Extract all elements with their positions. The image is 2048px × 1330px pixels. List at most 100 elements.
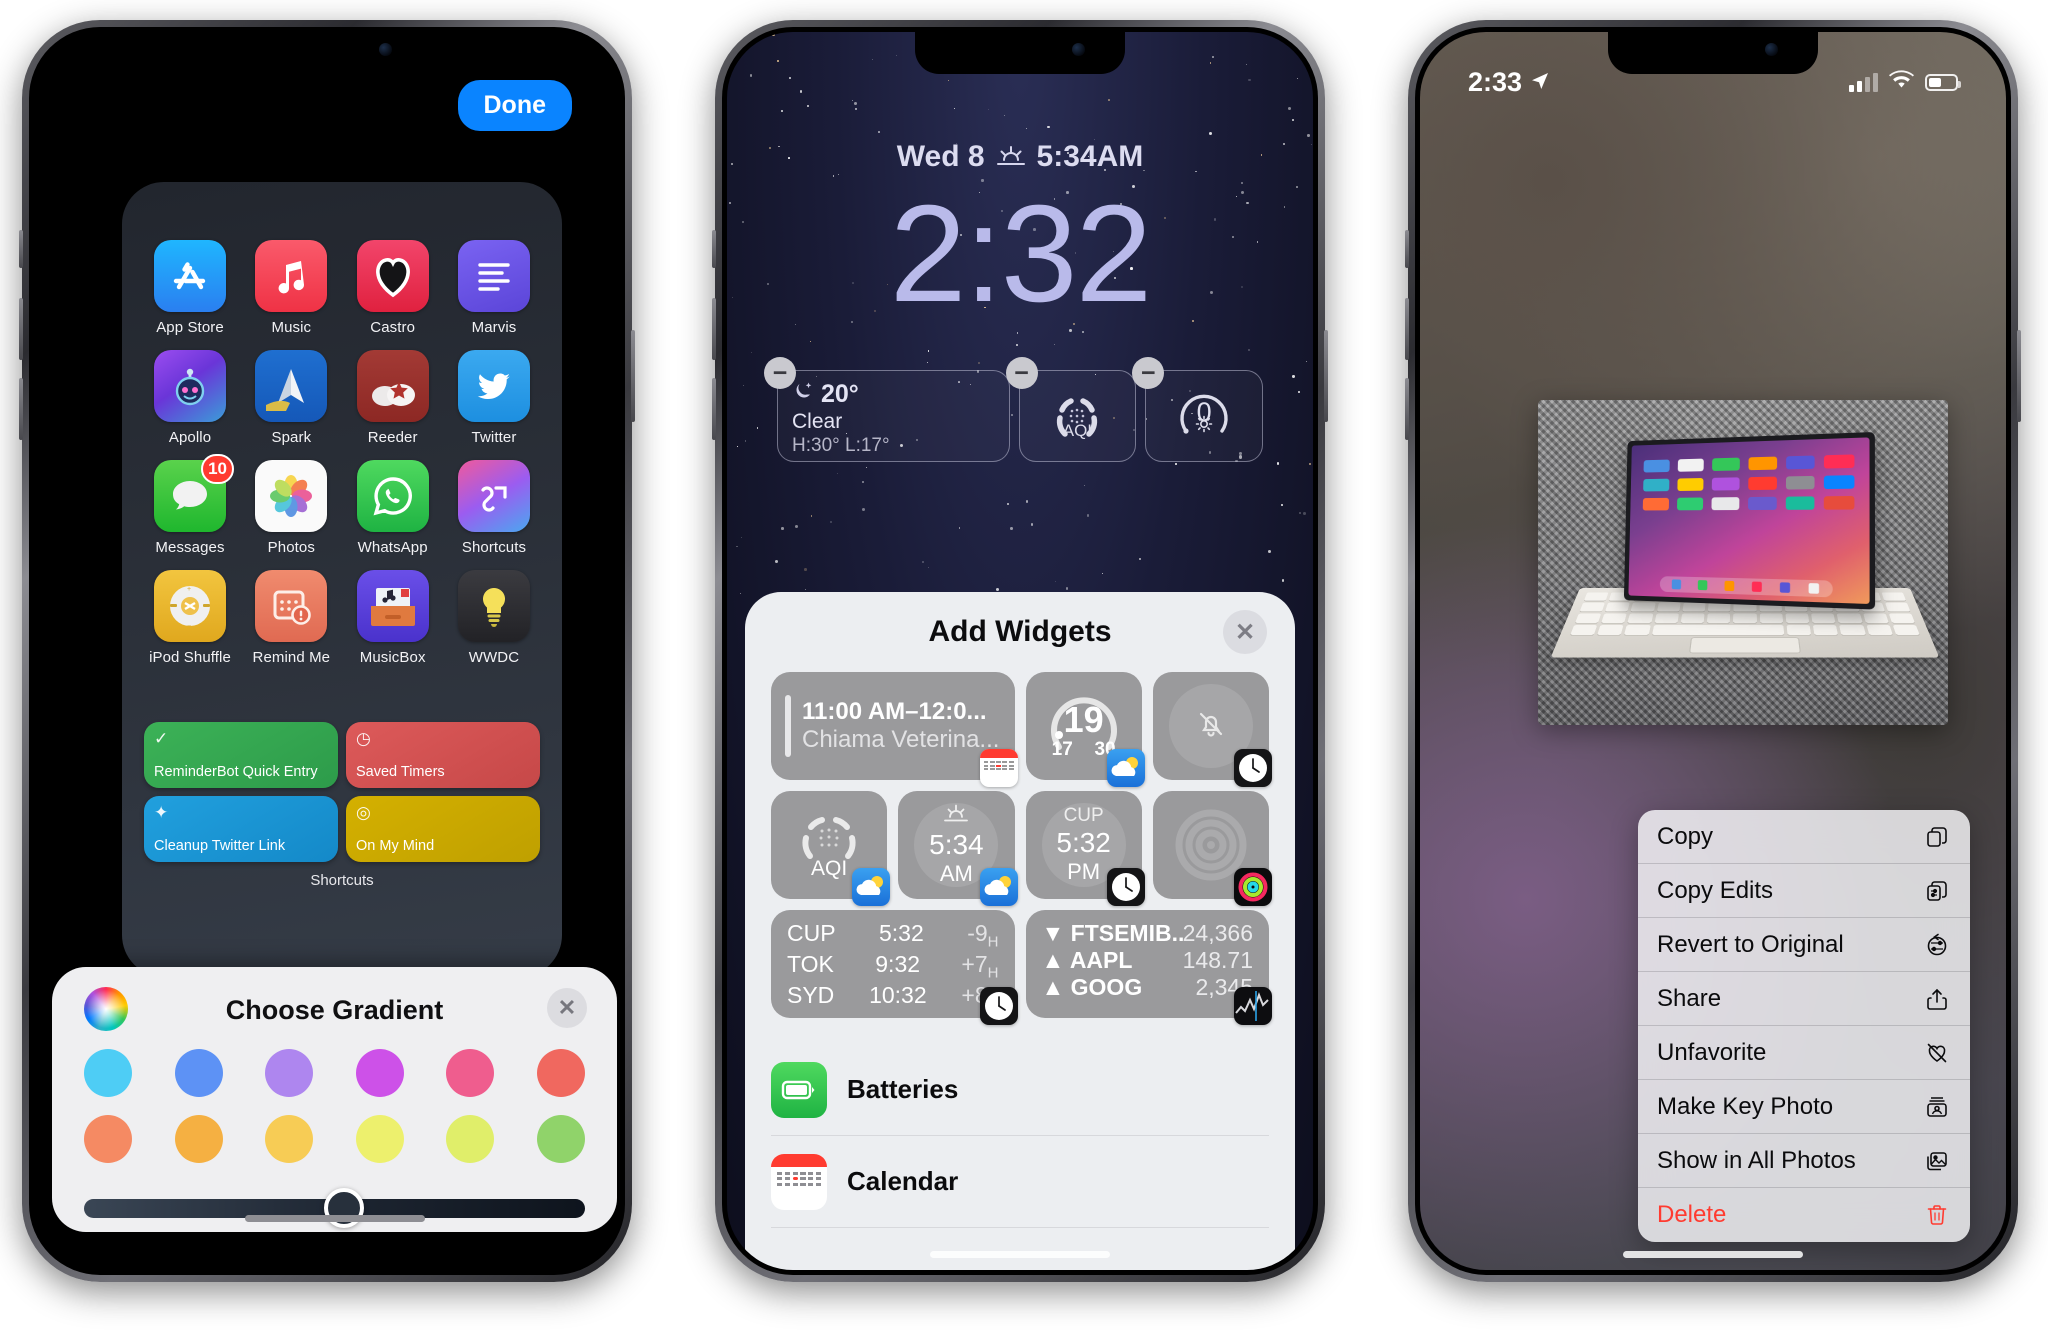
phone-middle-lock-screen: Wed 8 5:34AM 2:32 − 20° Clear H:30° L:17… (715, 20, 1325, 1282)
gradient-swatch[interactable] (175, 1115, 223, 1163)
app-icon-marvis[interactable]: Marvis (448, 240, 540, 336)
power-button[interactable] (1324, 330, 1328, 422)
gradient-swatch[interactable] (537, 1115, 585, 1163)
gradient-swatch[interactable] (265, 1049, 313, 1097)
volume-down-button[interactable] (712, 378, 716, 440)
context-menu-item-revert-to-original[interactable]: Revert to Original (1638, 918, 1970, 972)
app-icon-app-store[interactable]: App Store (144, 240, 236, 336)
gradient-swatch[interactable] (446, 1049, 494, 1097)
lock-widget-brightness[interactable]: − 0 (1145, 370, 1263, 462)
gradient-swatch[interactable] (84, 1115, 132, 1163)
gradient-swatch[interactable] (356, 1115, 404, 1163)
widget-tile-world-clock[interactable]: CUP 5:32 -9H TOK 9:32 +7H SYD 10:32 +8 (771, 910, 1015, 1018)
app-icon-whatsapp[interactable]: WhatsApp (347, 460, 439, 556)
gradient-swatch[interactable] (537, 1049, 585, 1097)
widget-list-item-batteries[interactable]: Batteries (771, 1044, 1269, 1136)
event-color-bar (785, 695, 791, 757)
app-icon-messages[interactable]: 10 Messages (144, 460, 236, 556)
widget-tile-weather-forecast[interactable]: 19 17 30 (1026, 672, 1142, 780)
app-store-icon (154, 240, 226, 312)
mute-switch[interactable] (19, 230, 23, 268)
widget-tile-sunrise[interactable]: 5:34 AM (898, 791, 1014, 899)
heart-slash-icon (1923, 1039, 1951, 1067)
calendar-icon (771, 1154, 827, 1210)
widget-list-item-calendar[interactable]: Calendar (771, 1136, 1269, 1228)
notch (1608, 32, 1818, 74)
widget-tile-stocks[interactable]: ▼ FTSEMIB... 24,366 ▲ AAPL 148.71 ▲ GOOG… (1026, 910, 1270, 1018)
app-icon-musicbox[interactable]: MusicBox (347, 570, 439, 666)
volume-down-button[interactable] (19, 378, 23, 440)
slider-knob[interactable] (324, 1188, 364, 1228)
sheet-grabber[interactable] (245, 1215, 425, 1222)
gradient-swatch[interactable] (265, 1115, 313, 1163)
close-icon[interactable]: ✕ (547, 988, 587, 1028)
app-icon-apollo[interactable]: Apollo (144, 350, 236, 446)
mute-switch[interactable] (712, 230, 716, 268)
app-icon-remind-me[interactable]: Remind Me (245, 570, 337, 666)
twitter-icon (458, 350, 530, 422)
app-icon-shortcuts[interactable]: Shortcuts (448, 460, 540, 556)
shortcut-tile-on-my-mind[interactable]: ◎ On My Mind (346, 796, 540, 862)
copy-edits-icon (1923, 877, 1951, 905)
shortcuts-widget[interactable]: ✓ ReminderBot Quick Entry ◷ Saved Timers… (144, 722, 540, 889)
gradient-swatch[interactable] (175, 1049, 223, 1097)
lock-screen-widget-row: − 20° Clear H:30° L:17° − AQI − 0 (777, 370, 1263, 462)
done-button[interactable]: Done (458, 80, 573, 131)
context-menu-item-copy[interactable]: Copy (1638, 810, 1970, 864)
lock-widget-weather[interactable]: − 20° Clear H:30° L:17° (777, 370, 1010, 462)
status-bar-indicators (1849, 70, 1958, 94)
color-wheel-icon[interactable] (84, 987, 128, 1031)
mute-switch[interactable] (1405, 230, 1409, 268)
app-icon-spark[interactable]: Spark (245, 350, 337, 446)
notch (222, 32, 432, 74)
app-icon-twitter[interactable]: Twitter (448, 350, 540, 446)
music-icon (255, 240, 327, 312)
gradient-swatch[interactable] (446, 1115, 494, 1163)
shortcut-tile-reminderbot[interactable]: ✓ ReminderBot Quick Entry (144, 722, 338, 788)
gradient-swatch[interactable] (356, 1049, 404, 1097)
widget-tile-air-quality[interactable]: AQI (771, 791, 887, 899)
widget-tile-world-clock-cupertino[interactable]: CUP 5:32 PM (1026, 791, 1142, 899)
volume-up-button[interactable] (19, 298, 23, 360)
app-icon-ipod-shuffle[interactable]: + − iPod Shuffle (144, 570, 236, 666)
sunrise-time: 5:34AM (1037, 140, 1144, 174)
context-menu-item-copy-edits[interactable]: Copy Edits (1638, 864, 1970, 918)
app-row: 10 Messages Photos WhatsApp Shortcuts (144, 460, 540, 556)
sunrise-time: 5:34 (929, 829, 984, 861)
context-menu-item-show-in-all-photos[interactable]: Show in All Photos (1638, 1134, 1970, 1188)
volume-down-button[interactable] (1405, 378, 1409, 440)
widget-tile-calendar-event[interactable]: 11:00 AM–12:0... Chiama Veterina... (771, 672, 1015, 780)
home-indicator[interactable] (1623, 1251, 1803, 1258)
gradient-swatch[interactable] (84, 1049, 132, 1097)
low-temp: 17 (1052, 739, 1073, 761)
weather-temp: 20° (821, 380, 859, 409)
photo-thumbnail[interactable] (1538, 400, 1948, 725)
widget-tile-alarm-silenced[interactable] (1153, 672, 1269, 780)
context-menu-item-unfavorite[interactable]: Unfavorite (1638, 1026, 1970, 1080)
close-icon[interactable]: ✕ (1223, 610, 1267, 654)
shortcut-tile-saved-timers[interactable]: ◷ Saved Timers (346, 722, 540, 788)
volume-up-button[interactable] (1405, 298, 1409, 360)
app-icon-castro[interactable]: Castro (347, 240, 439, 336)
remove-widget-button[interactable]: − (1006, 357, 1038, 389)
volume-up-button[interactable] (712, 298, 716, 360)
lock-widget-air-quality[interactable]: − AQI (1019, 370, 1137, 462)
home-indicator[interactable] (930, 1251, 1110, 1258)
shortcut-tile-cleanup-twitter[interactable]: ✦ Cleanup Twitter Link (144, 796, 338, 862)
context-menu-item-share[interactable]: Share (1638, 972, 1970, 1026)
context-menu-item-delete[interactable]: Delete (1638, 1188, 1970, 1242)
brightness-dial: 0 (1173, 385, 1235, 447)
power-button[interactable] (631, 330, 635, 422)
app-icon-reeder[interactable]: Reeder (347, 350, 439, 446)
context-menu-item-make-key-photo[interactable]: Make Key Photo (1638, 1080, 1970, 1134)
remove-widget-button[interactable]: − (764, 357, 796, 389)
app-icon-music[interactable]: Music (245, 240, 337, 336)
app-icon-wwdc[interactable]: WWDC (448, 570, 540, 666)
home-screen-edit-mode: Done App Store Music Castro Marvis Apoll… (34, 32, 620, 1270)
widget-tile-fitness-rings[interactable] (1153, 791, 1269, 899)
remove-widget-button[interactable]: − (1132, 357, 1164, 389)
app-icon-photos[interactable]: Photos (245, 460, 337, 556)
context-menu-label: Share (1657, 985, 1721, 1013)
notch (915, 32, 1125, 74)
power-button[interactable] (2017, 330, 2021, 422)
